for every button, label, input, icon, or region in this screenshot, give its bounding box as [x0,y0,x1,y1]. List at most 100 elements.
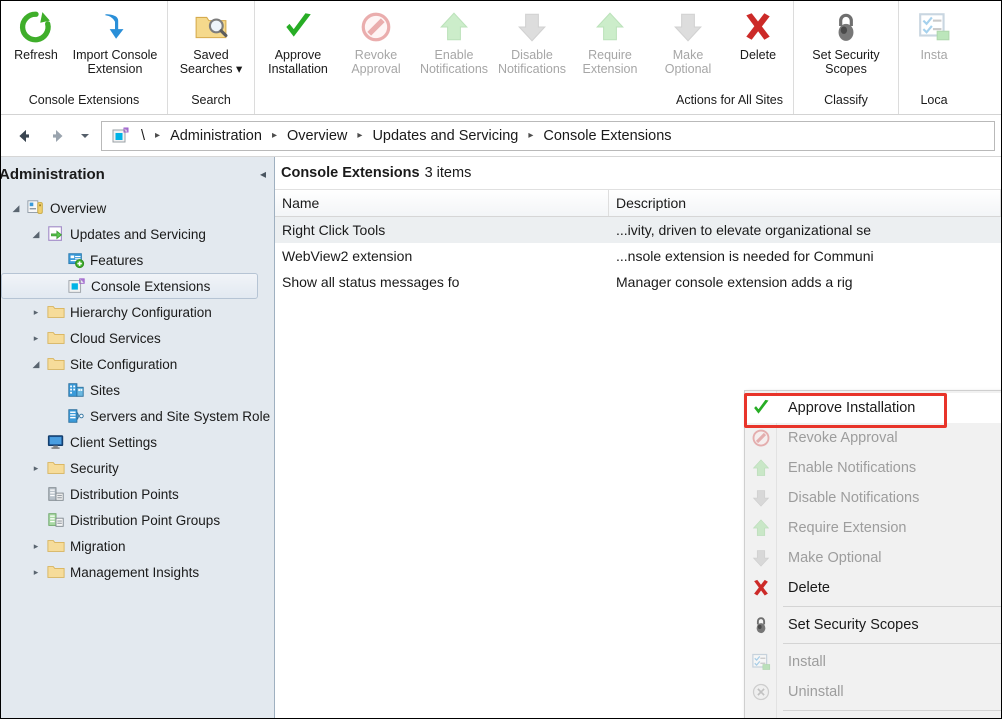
green-up-arrow-icon [593,10,627,44]
sidebar-item-servers-and-site-system-roles[interactable]: Servers and Site System Role [1,403,274,429]
sidebar-item-features[interactable]: Features [1,247,274,273]
ribbon-button-icon [194,9,228,45]
ribbon-group-classify: Set Security Scopes Classify [794,1,899,114]
sidebar-item-site-configuration[interactable]: ◢ Site Configuration [1,351,274,377]
sidebar-item-distribution-points[interactable]: Distribution Points [1,481,274,507]
ribbon-button-label: Disable Notifications [497,48,567,76]
breadcrumb-item-updates-and-servicing[interactable]: Updates and Servicing [368,128,522,144]
twisty-collapsed-icon[interactable]: ▸ [27,567,45,578]
menu-item-label: Install [788,654,826,670]
collapse-sidebar-icon[interactable]: ◂ [260,167,266,181]
menu-item-require-extension: Require Extension [745,513,1001,543]
twisty-collapsed-icon[interactable]: ▸ [27,333,45,344]
sidebar-item-client-settings[interactable]: Client Settings [1,429,274,455]
twisty-collapsed-icon[interactable]: ▸ [27,541,45,552]
ribbon-button-delete[interactable]: Delete [727,7,789,62]
client-settings-icon [47,433,65,451]
breadcrumb[interactable]: \ ▸ Administration ▸ Overview ▸ Updates … [101,120,995,151]
distribution-point-groups-icon [47,511,65,529]
sidebar-item-sites[interactable]: Sites [1,377,274,403]
scconfigmgr-console-window: Refresh Import Console Extension Console … [0,0,1002,719]
extensions-list: Right Click Tools ...ivity, driven to ele… [275,217,1001,295]
recent-locations-button[interactable] [75,121,95,151]
ribbon-group-buttons: Refresh Import Console Extension [1,1,167,89]
table-row[interactable]: Right Click Tools ...ivity, driven to ele… [275,217,1001,243]
sidebar-item-hierarchy-configuration[interactable]: ▸ Hierarchy Configuration [1,299,274,325]
twisty-expanded-icon[interactable]: ◢ [27,229,45,240]
ribbon-button-icon [741,9,775,45]
ribbon-button-label: Refresh [14,48,58,62]
column-header-description[interactable]: Description [609,190,1001,216]
ribbon-button-refresh[interactable]: Refresh [5,7,67,62]
cell-name: Show all status messages fo [282,274,460,290]
menu-item-icon [745,428,776,448]
menu-item-label: Disable Notifications [788,490,920,506]
green-check-icon [281,10,315,44]
back-button[interactable] [7,121,41,151]
ribbon-group-actions-for-all-sites: Approve Installation Revoke Approval Ena… [255,1,794,114]
ribbon-group-loca: Insta Loca [899,1,969,114]
sidebar-item-distribution-point-groups[interactable]: Distribution Point Groups [1,507,274,533]
sidebar-item-updates-and-servicing[interactable]: ◢ Updates and Servicing [1,221,274,247]
console-extensions-icon [68,277,86,295]
ribbon-button-icon [917,9,951,45]
ribbon-group-buttons: Approve Installation Revoke Approval Ena… [255,1,793,89]
sidebar-item-overview[interactable]: ◢ Overview [1,195,274,221]
breadcrumb-item-console-extensions[interactable]: Console Extensions [539,128,675,144]
navigation-tree: ◢ Overview ◢ Updates and Servicing Featur… [1,191,274,585]
ribbon-button-approve-installation[interactable]: Approve Installation [259,7,337,76]
sidebar-item-console-extensions[interactable]: Console Extensions [1,273,258,299]
menu-item-icon [745,615,776,635]
chevron-down-icon [81,133,89,138]
breadcrumb-item-administration[interactable]: Administration [166,128,266,144]
sidebar-header: Administration ◂ [1,157,274,191]
menu-item-icon [745,682,776,702]
menu-item-label: Delete [788,580,830,596]
twisty-collapsed-icon[interactable]: ▸ [27,463,45,474]
menu-separator [783,710,1001,711]
ribbon-button-icon [359,9,393,45]
revoke-no-entry-icon [751,428,771,448]
sidebar-item-migration[interactable]: ▸ Migration [1,533,274,559]
servers-icon [67,407,85,425]
menu-item-set-security-scopes[interactable]: Set Security Scopes [745,610,1001,640]
menu-item-delete[interactable]: Delete [745,573,1001,603]
sidebar-item-icon [25,199,47,217]
ribbon-button-label: Approve Installation [268,48,328,76]
ribbon-button-set-security-scopes[interactable]: Set Security Scopes [798,7,894,76]
menu-item-revoke-approval: Revoke Approval [745,423,1001,453]
sidebar-item-icon [45,303,67,321]
ribbon-button-icon [829,9,863,45]
ribbon-button-icon [671,9,705,45]
menu-item-refresh[interactable]: RefreshF5 [745,714,1001,718]
table-row[interactable]: Show all status messages fo Manager conso… [275,269,1001,295]
breadcrumb-root[interactable]: \ [133,128,149,144]
sidebar-item-icon [45,563,67,581]
ribbon-button-icon [19,9,53,45]
sidebar-item-cloud-services[interactable]: ▸ Cloud Services [1,325,274,351]
sidebar-item-label: Features [90,252,144,268]
menu-item-approve-installation[interactable]: Approve Installation [745,393,1001,423]
sidebar-item-security[interactable]: ▸ Security [1,455,274,481]
ribbon-group-search: Saved Searches ▾ Search [168,1,255,114]
content-header: Console Extensions 3 items [275,157,1001,189]
menu-item-label: Revoke Approval [788,430,898,446]
sidebar-item-icon [65,381,87,399]
sites-icon [67,381,85,399]
column-header-name[interactable]: Name [275,190,609,216]
breadcrumb-item-overview[interactable]: Overview [283,128,351,144]
twisty-expanded-icon[interactable]: ◢ [27,359,45,370]
twisty-collapsed-icon[interactable]: ▸ [27,307,45,318]
twisty-expanded-icon[interactable]: ◢ [7,203,25,214]
sidebar-item-management-insights[interactable]: ▸ Management Insights [1,559,274,585]
content-pane: Console Extensions 3 items Name Descript… [275,157,1001,718]
table-row[interactable]: WebView2 extension ...nsole extension is … [275,243,1001,269]
forward-button[interactable] [41,121,75,151]
ribbon-button-import-console-extension[interactable]: Import Console Extension [67,7,163,76]
folder-icon [47,303,65,321]
folder-icon [47,459,65,477]
sidebar-item-icon [45,485,67,503]
ribbon-button-saved-searches[interactable]: Saved Searches ▾ [172,7,250,76]
sidebar-item-icon [45,459,67,477]
ribbon-group-label: Console Extensions [28,93,140,107]
